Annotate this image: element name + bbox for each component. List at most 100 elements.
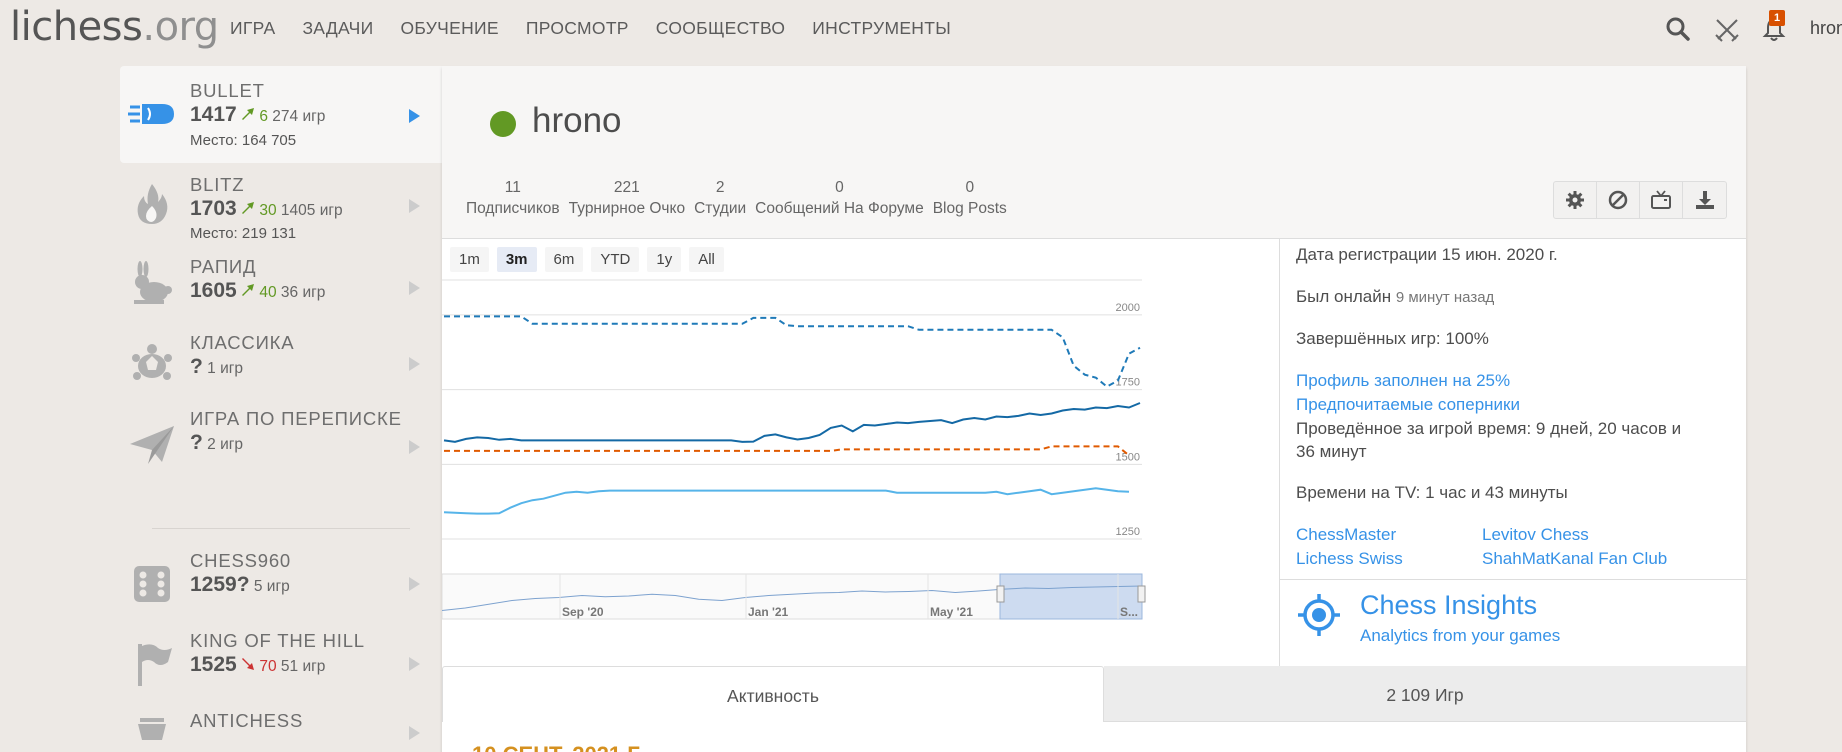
insights-target-icon [1298, 594, 1340, 636]
perf-rating-line: ? 1 игр [190, 355, 243, 379]
nav-learn[interactable]: ОБУЧЕНИЕ [400, 18, 498, 39]
perf-item-correspondence[interactable]: ИГРА ПО ПЕРЕПИСКЕ ? 2 игр [120, 404, 442, 490]
favorite-opponents-link[interactable]: Предпочитаемые соперники [1296, 395, 1520, 415]
perf-name: КЛАССИКА [190, 332, 295, 353]
blitz-fire-icon [137, 184, 168, 224]
activity-date-heading: 10 СЕНТ. 2021 Г. [472, 742, 643, 752]
side-menu-divider [152, 528, 410, 529]
rapid-rabbit-icon [134, 261, 172, 304]
perf-item-antichess[interactable]: ANTICHESS [120, 706, 442, 752]
tab-games[interactable]: 2 109 Игр [1104, 666, 1746, 722]
search-icon[interactable] [1665, 16, 1691, 42]
play-time-line1: Проведённое за игрой время: 9 дней, 20 ч… [1296, 419, 1682, 438]
perf-rating: 1525 [190, 653, 237, 676]
stat-label: Турнирное Очко [568, 200, 686, 217]
chevron-right-icon [409, 726, 420, 740]
perf-item-blitz[interactable]: BLITZ 1703 30 1405 игр Место: 219 131 [120, 164, 442, 244]
y-tick-label: 1500 [1116, 451, 1140, 463]
online-status-icon [490, 111, 516, 137]
stat-tournament-points[interactable]: 221 Турнирное Очко [569, 178, 685, 220]
navigator-date-label: May '21 [930, 605, 973, 619]
profile-tabs: Активность 2 109 Игр [442, 666, 1746, 726]
site-logo[interactable]: lichess.org [10, 4, 219, 50]
perf-side-menu: BULLET 1417 6 274 игр Место: 164 705 BLI… [120, 66, 442, 752]
perf-diff: 40 [259, 284, 277, 301]
chess960-die-icon [134, 566, 170, 602]
rating-history-chart: 1m 3m 6m YTD 1y All 2000 1750 1500 1250 Sep … [442, 238, 1280, 716]
stat-blog-posts[interactable]: 0 Blog Posts [933, 178, 1007, 220]
perf-name: РАПИД [190, 256, 257, 277]
perf-item-classical[interactable]: КЛАССИКА ? 1 игр [120, 322, 442, 404]
insights-title: Chess Insights [1360, 590, 1538, 620]
perf-diff: 6 [259, 108, 268, 125]
rating-series-line [443, 487, 1130, 515]
rating-up-arrow-icon [242, 284, 255, 296]
block-button[interactable] [1597, 182, 1640, 218]
perf-rank: Место: 219 131 [190, 225, 297, 242]
navigator-left-handle [996, 585, 1005, 603]
rating-up-arrow-icon [242, 202, 255, 214]
perf-diff: 30 [259, 202, 277, 219]
stat-studies[interactable]: 2 Студии [694, 178, 746, 220]
perf-name: ИГРА ПО ПЕРЕПИСКЕ [190, 408, 402, 429]
team-link[interactable]: ChessMaster [1296, 525, 1396, 545]
perf-rating: 1259? [190, 573, 250, 596]
rating-up-arrow-icon [242, 108, 255, 120]
nav-watch[interactable]: ПРОСМОТР [526, 18, 629, 39]
profile-tools [1553, 181, 1727, 219]
team-link[interactable]: Levitov Chess [1482, 525, 1589, 545]
tab-activity[interactable]: Активность [442, 666, 1104, 722]
last-seen: Был онлайн 9 минут назад [1296, 287, 1494, 307]
settings-button[interactable] [1554, 182, 1597, 218]
stat-followers[interactable]: 11 Подписчиков [466, 178, 560, 220]
perf-games: 2 игр [207, 436, 243, 453]
nav-puzzles[interactable]: ЗАДАЧИ [302, 18, 373, 39]
nav-community[interactable]: СООБЩЕСТВО [656, 18, 786, 39]
watch-tv-button[interactable] [1640, 182, 1683, 218]
perf-item-chess960[interactable]: CHESS960 1259? 5 игр [120, 544, 442, 624]
perf-item-king-of-the-hill[interactable]: KING OF THE HILL 1525 70 51 игр [120, 624, 442, 706]
profile-info: Дата регистрации 15 июн. 2020 г. Был онл… [1280, 238, 1746, 716]
bullet-icon [128, 104, 174, 124]
perf-games: 1405 игр [280, 202, 343, 219]
stat-forum-posts[interactable]: 0 Сообщений На Форуме [755, 178, 924, 220]
completion-rate: Завершённых игр: 100% [1296, 329, 1489, 348]
stat-value: 11 [504, 179, 521, 196]
navigator-right-handle [1137, 585, 1146, 603]
perf-games: 5 игр [253, 578, 290, 595]
perf-games: 51 игр [280, 658, 326, 675]
perf-name: BULLET [190, 80, 265, 101]
chevron-right-icon [409, 577, 420, 591]
block-icon [1608, 190, 1628, 210]
correspondence-paperplane-icon [130, 426, 174, 464]
profile-header: hrono 11 Подписчиков 221 Турнирное Очко 2 С… [442, 66, 1746, 238]
perf-rating: 1703 [190, 197, 237, 220]
last-seen-time: 9 минут назад [1395, 289, 1495, 306]
profile-box: hrono 11 Подписчиков 221 Турнирное Очко 2 С… [442, 66, 1746, 752]
nav-tools[interactable]: ИНСТРУМЕНТЫ [812, 18, 951, 39]
nav-play[interactable]: ИГРА [230, 18, 275, 39]
profile-completion-link[interactable]: Профиль заполнен на 25% [1296, 371, 1510, 391]
navigator-date-label: Jan '21 [748, 605, 789, 619]
user-menu-toggle[interactable]: hrono [1810, 18, 1842, 39]
stat-label: Подписчиков [466, 200, 560, 217]
notifications-count-badge: 1 [1769, 10, 1785, 26]
perf-rating-line: 1525 70 51 игр [190, 653, 325, 677]
stat-label: Сообщений На Форуме [755, 200, 924, 217]
perf-item-rapid[interactable]: РАПИД 1605 40 36 игр [120, 244, 442, 322]
perf-item-bullet[interactable]: BULLET 1417 6 274 игр Место: 164 705 [120, 66, 442, 163]
y-tick-label: 1250 [1116, 526, 1140, 538]
perf-name: BLITZ [190, 174, 245, 195]
last-seen-label: Был онлайн [1296, 287, 1392, 306]
stat-label: Студии [694, 200, 747, 217]
chess-insights-link[interactable]: Chess Insights Analytics from your games [1280, 579, 1746, 649]
stat-value: 221 [613, 179, 640, 196]
team-link[interactable]: Lichess Swiss [1296, 549, 1403, 569]
challenge-swords-icon[interactable] [1714, 17, 1740, 43]
perf-rating: ? [190, 355, 203, 378]
profile-stats: 11 Подписчиков 221 Турнирное Очко 2 Студии … [466, 178, 1016, 220]
perf-rating: ? [190, 431, 203, 454]
export-games-button[interactable] [1683, 182, 1726, 218]
team-link[interactable]: ShahMatKanal Fan Club [1482, 549, 1667, 569]
top-nav: ИГРА ЗАДАЧИ ОБУЧЕНИЕ ПРОСМОТР СООБЩЕСТВО… [230, 18, 978, 39]
